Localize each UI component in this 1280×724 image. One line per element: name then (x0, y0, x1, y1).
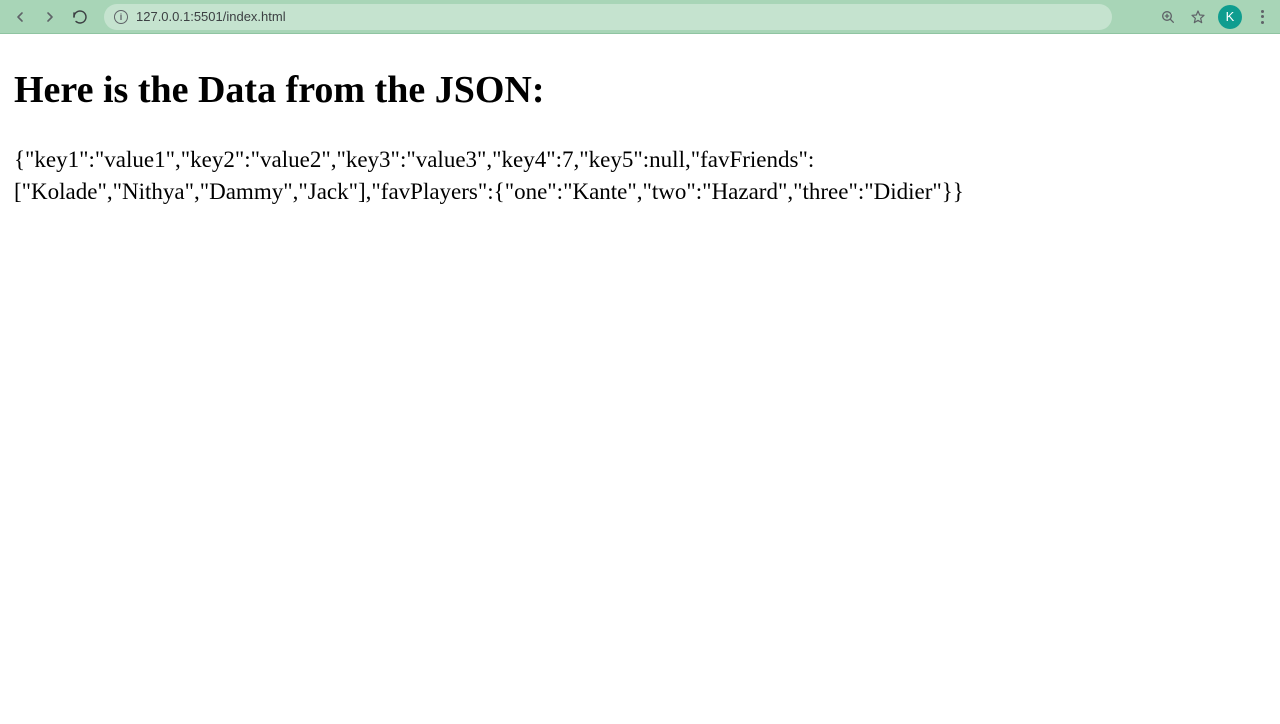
site-info-icon[interactable]: i (114, 10, 128, 24)
page-body: Here is the Data from the JSON: {"key1":… (0, 34, 1280, 222)
forward-button[interactable] (38, 5, 62, 29)
zoom-icon[interactable] (1158, 7, 1178, 27)
json-output-text: {"key1":"value1","key2":"value2","key3":… (14, 144, 1169, 208)
url-text: 127.0.0.1:5501/index.html (136, 9, 286, 24)
bookmark-star-icon[interactable] (1188, 7, 1208, 27)
back-button[interactable] (8, 5, 32, 29)
address-bar[interactable]: i 127.0.0.1:5501/index.html (104, 4, 1112, 30)
menu-kebab-icon[interactable] (1252, 7, 1272, 27)
toolbar-right: K (1158, 5, 1272, 29)
browser-toolbar: i 127.0.0.1:5501/index.html K (0, 0, 1280, 34)
reload-button[interactable] (68, 5, 92, 29)
avatar-letter: K (1226, 9, 1235, 24)
page-title: Here is the Data from the JSON: (14, 68, 1266, 112)
profile-avatar[interactable]: K (1218, 5, 1242, 29)
